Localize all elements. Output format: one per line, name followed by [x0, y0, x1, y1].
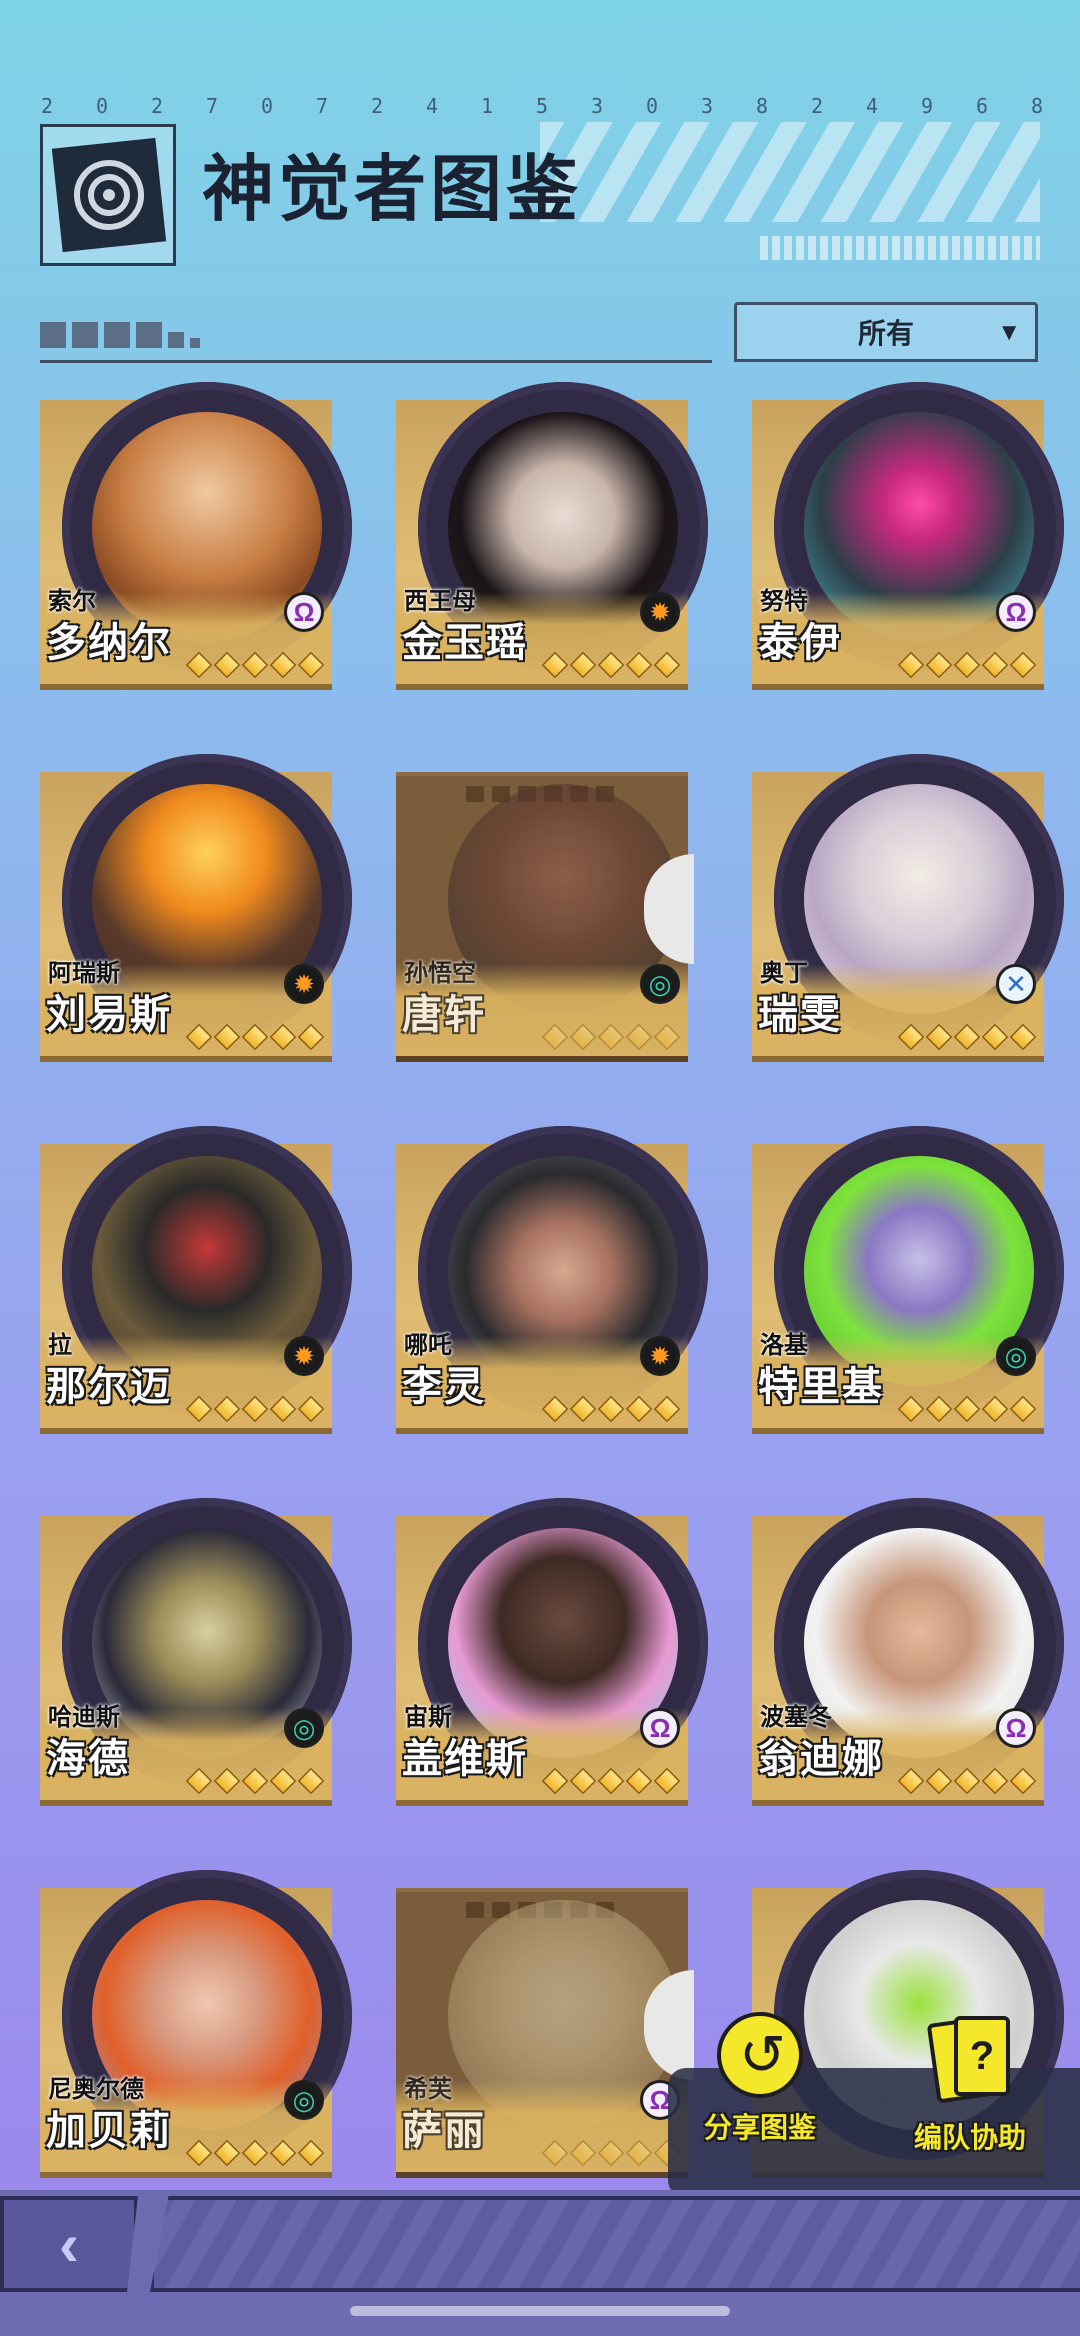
serial-digit: 1 [480, 94, 496, 118]
sun-icon: ✹ [284, 1336, 324, 1376]
serial-digit: 0 [95, 94, 111, 118]
star-rating [897, 1395, 1037, 1423]
team-assist-label: 编队协助 [913, 2122, 1026, 2153]
serial-digit: 4 [865, 94, 881, 118]
serial-digit: 8 [1030, 94, 1046, 118]
serial-digit: 7 [205, 94, 221, 118]
serial-digit: 2 [150, 94, 166, 118]
character-card-locked[interactable]: 孙悟空 唐轩 ◎ [396, 754, 694, 1062]
character-card[interactable]: 奥丁 瑞雯 ✕ [752, 754, 1064, 1062]
team-assist-button[interactable]: ? 编队协助 [900, 2012, 1040, 2156]
filter-selected-label: 所有 [857, 318, 914, 349]
character-name: 盖维斯 [402, 1737, 528, 1781]
star-rating [541, 651, 681, 679]
serial-digit: 3 [700, 94, 716, 118]
codex-logo [40, 124, 176, 266]
share-codex-label: 分享图鉴 [703, 2112, 816, 2143]
wind-icon: ◎ [284, 2080, 324, 2120]
character-grid: 索尔 多纳尔 Ω 西王母 金玉瑶 ✹ 努特 泰伊 Ω 阿瑞斯 刘易斯 ✹ 孙悟空… [40, 382, 1064, 2178]
character-card[interactable]: 哈迪斯 海德 ◎ [40, 1498, 352, 1806]
character-name: 那尔迈 [46, 1365, 172, 1409]
target-icon [51, 137, 167, 253]
serial-number: 2 0 2 7 0 7 2 4 1 5 3 0 3 8 2 4 9 6 8 [38, 94, 1048, 118]
serial-digit: 2 [40, 94, 56, 118]
sun-icon: ✹ [284, 964, 324, 1004]
character-name: 多纳尔 [46, 621, 172, 665]
serial-digit: 0 [645, 94, 661, 118]
serial-digit: 3 [590, 94, 606, 118]
serial-digit: 8 [755, 94, 771, 118]
character-name: 加贝莉 [46, 2109, 172, 2153]
character-name: 李灵 [402, 1365, 486, 1409]
star-rating [541, 1395, 681, 1423]
star-rating [541, 1767, 681, 1795]
character-card[interactable]: 努特 泰伊 Ω [752, 382, 1064, 690]
character-name: 萨丽 [402, 2109, 486, 2153]
header-bar-decoration [760, 236, 1040, 260]
character-name: 泰伊 [758, 621, 842, 665]
star-rating [185, 2139, 325, 2167]
back-button[interactable]: ‹ [0, 2196, 138, 2292]
serial-digit: 2 [370, 94, 386, 118]
psychic-icon: Ω [284, 592, 324, 632]
home-indicator[interactable] [350, 2306, 730, 2316]
character-card[interactable]: 宙斯 盖维斯 Ω [396, 1498, 708, 1806]
back-arrow-icon: ‹ [59, 2210, 79, 2278]
character-card[interactable]: 波塞冬 翁迪娜 Ω [752, 1498, 1064, 1806]
serial-digit: 6 [975, 94, 991, 118]
character-card[interactable]: 西王母 金玉瑶 ✹ [396, 382, 708, 690]
character-name: 海德 [46, 1737, 130, 1781]
caret-down-icon: ▼ [997, 319, 1021, 346]
cards-icon: ? [926, 2012, 1012, 2108]
star-rating [541, 2139, 681, 2167]
pixel-decoration [40, 322, 200, 348]
character-card[interactable]: 阿瑞斯 刘易斯 ✹ [40, 754, 352, 1062]
character-card[interactable]: 哪吒 李灵 ✹ [396, 1126, 708, 1434]
wind-icon: ◎ [640, 964, 680, 1004]
wind-icon: ◎ [996, 1336, 1036, 1376]
character-name: 金玉瑶 [402, 621, 528, 665]
sun-icon: ✹ [640, 1336, 680, 1376]
wind-icon: ◎ [284, 1708, 324, 1748]
serial-digit: 9 [920, 94, 936, 118]
psychic-icon: Ω [996, 1708, 1036, 1748]
filter-dropdown[interactable]: 所有 ▼ [734, 302, 1038, 362]
bottom-strip-decoration [150, 2196, 1080, 2292]
character-name: 唐轩 [402, 993, 486, 1037]
character-card-locked[interactable]: 希芙 萨丽 Ω [396, 1870, 694, 2178]
psychic-icon: Ω [640, 1708, 680, 1748]
star-rating [185, 651, 325, 679]
star-rating [185, 1767, 325, 1795]
serial-digit: 0 [260, 94, 276, 118]
serial-digit: 5 [535, 94, 551, 118]
star-rating [897, 1023, 1037, 1051]
star-rating [185, 1395, 325, 1423]
character-name: 瑞雯 [758, 993, 842, 1037]
star-rating [541, 1023, 681, 1051]
sun-icon: ✹ [640, 592, 680, 632]
question-mark-glyph: ? [954, 2016, 1010, 2096]
character-card[interactable]: 尼奥尔德 加贝莉 ◎ [40, 1870, 352, 2178]
star-rating [185, 1023, 325, 1051]
psychic-icon: Ω [996, 592, 1036, 632]
character-card[interactable]: 索尔 多纳尔 Ω [40, 382, 352, 690]
star-rating [897, 651, 1037, 679]
character-name: 特里基 [758, 1365, 884, 1409]
serial-digit: 4 [425, 94, 441, 118]
share-icon [717, 2012, 803, 2098]
character-name: 刘易斯 [46, 993, 172, 1037]
serial-digit: 2 [810, 94, 826, 118]
character-card[interactable]: 洛基 特里基 ◎ [752, 1126, 1064, 1434]
filter-underline [40, 360, 712, 363]
page-title: 神觉者图鉴 [202, 150, 583, 230]
serial-digit: 7 [315, 94, 331, 118]
star-rating [897, 1767, 1037, 1795]
cross-icon: ✕ [996, 964, 1036, 1004]
character-card[interactable]: 拉 那尔迈 ✹ [40, 1126, 352, 1434]
character-name: 翁迪娜 [758, 1737, 884, 1781]
header-stripes-decoration [540, 122, 1040, 222]
share-codex-button[interactable]: 分享图鉴 [700, 2012, 820, 2146]
